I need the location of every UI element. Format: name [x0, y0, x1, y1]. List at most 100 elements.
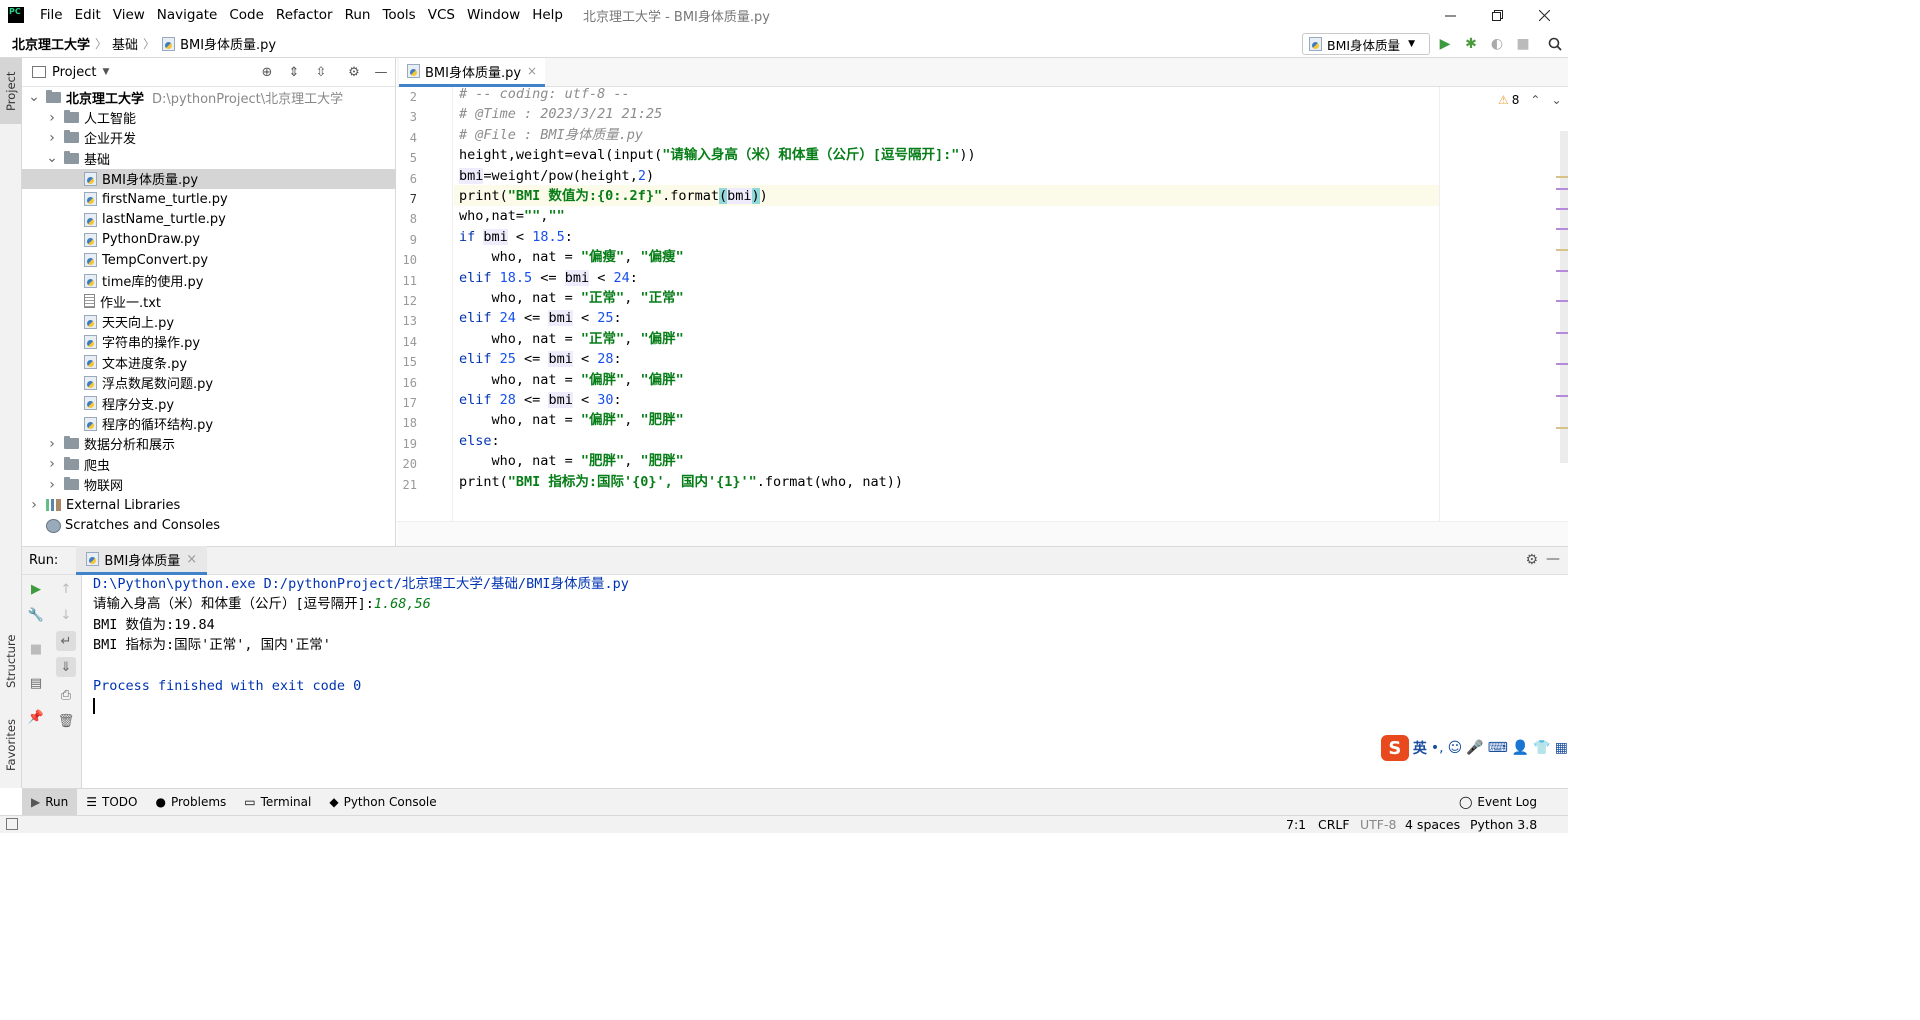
- error-stripe-mark[interactable]: [1556, 427, 1568, 429]
- close-tab-icon[interactable]: ×: [527, 64, 537, 78]
- locate-file-icon[interactable]: ⊕: [259, 64, 275, 80]
- arrow-down-icon[interactable]: ↓: [56, 605, 76, 625]
- tree-file[interactable]: 程序分支.py: [22, 393, 396, 413]
- error-stripe-mark[interactable]: [1556, 208, 1568, 210]
- status-caret-position[interactable]: 7:1: [1286, 816, 1306, 833]
- stop-button[interactable]: ■: [1514, 35, 1532, 53]
- tree-folder[interactable]: › 人工智能: [22, 107, 396, 128]
- error-stripe-mark[interactable]: [1556, 270, 1568, 272]
- favorites-tool-tab[interactable]: Favorites: [0, 708, 22, 782]
- hide-panel-icon[interactable]: —: [1546, 551, 1560, 567]
- sogou-logo-icon[interactable]: S: [1380, 735, 1409, 761]
- gear-icon[interactable]: ⚙: [1525, 552, 1538, 568]
- menu-code[interactable]: Code: [223, 7, 270, 23]
- tree-file[interactable]: BMI身体质量.py: [22, 168, 396, 189]
- status-interpreter[interactable]: Python 3.8: [1470, 816, 1537, 833]
- coverage-button[interactable]: ◐: [1488, 35, 1506, 53]
- menu-tools[interactable]: Tools: [376, 7, 421, 23]
- pin-icon[interactable]: 📌: [26, 707, 46, 727]
- arrow-up-icon[interactable]: ↑: [56, 579, 76, 599]
- run-console[interactable]: D:\Python\python.exe D:/pythonProject/北京…: [82, 575, 1568, 788]
- tree-file[interactable]: 作业一.txt: [22, 291, 396, 311]
- menu-help[interactable]: Help: [526, 7, 569, 23]
- error-stripe-mark[interactable]: [1556, 176, 1568, 178]
- menu-view[interactable]: View: [107, 7, 151, 23]
- tree-file[interactable]: firstName_turtle.py: [22, 189, 396, 209]
- tree-folder[interactable]: › 企业开发: [22, 128, 396, 148]
- soft-wrap-icon[interactable]: ↵: [56, 631, 76, 651]
- tool-tab-python-console[interactable]: ◆ Python Console: [320, 789, 445, 816]
- chevron-right-icon[interactable]: ›: [46, 436, 58, 452]
- project-tool-tab[interactable]: Project: [0, 58, 22, 124]
- error-stripe-mark[interactable]: [1556, 228, 1568, 230]
- menu-vcs[interactable]: VCS: [422, 7, 461, 23]
- print-icon[interactable]: ⎙: [56, 685, 76, 705]
- wrench-icon[interactable]: 🔧: [26, 605, 46, 625]
- breadcrumb-folder[interactable]: 基础: [112, 34, 138, 53]
- search-everywhere-button[interactable]: [1546, 35, 1564, 53]
- chevron-right-icon[interactable]: ›: [46, 456, 58, 472]
- hide-panel-icon[interactable]: —: [373, 64, 389, 80]
- error-stripe-mark[interactable]: [1556, 300, 1568, 302]
- run-button[interactable]: ▶: [1436, 35, 1454, 53]
- layout-icon[interactable]: ▤: [26, 673, 46, 693]
- toolbox-icon[interactable]: ▦: [1555, 740, 1568, 756]
- editor-scrollbar[interactable]: [1560, 131, 1568, 463]
- trash-icon[interactable]: 🗑: [56, 711, 76, 731]
- code-editor[interactable]: # -- coding: utf-8 -- # @Time : 2023/3/2…: [454, 86, 1568, 521]
- error-stripe-mark[interactable]: [1556, 249, 1568, 251]
- tree-file[interactable]: 程序的循环结构.py: [22, 413, 396, 433]
- minimize-button[interactable]: [1427, 0, 1474, 30]
- gear-icon[interactable]: ⚙: [346, 64, 362, 80]
- chevron-down-icon[interactable]: ⌄: [46, 150, 58, 166]
- inspection-widget[interactable]: ⚠ 8 ⌃ ⌄: [1498, 93, 1562, 107]
- skin-icon[interactable]: 👕: [1533, 740, 1550, 756]
- tool-tab-terminal[interactable]: ▭ Terminal: [235, 789, 320, 816]
- tool-tab-problems[interactable]: ● Problems: [146, 789, 235, 816]
- rerun-icon[interactable]: ▶: [26, 579, 46, 599]
- stop-icon[interactable]: ■: [26, 639, 46, 659]
- menu-run[interactable]: Run: [339, 7, 377, 23]
- error-stripe-mark[interactable]: [1556, 332, 1568, 334]
- ime-punctuation[interactable]: •,: [1431, 740, 1444, 756]
- ime-language[interactable]: 英: [1413, 738, 1427, 758]
- chevron-right-icon[interactable]: ›: [28, 497, 40, 513]
- status-indent[interactable]: 4 spaces: [1405, 816, 1460, 833]
- error-stripe-mark[interactable]: [1556, 188, 1568, 190]
- tool-tab-todo[interactable]: ☰ TODO: [77, 789, 146, 816]
- tree-file[interactable]: 字符串的操作.py: [22, 332, 396, 352]
- emoji-icon[interactable]: ☺: [1448, 740, 1463, 756]
- close-window-button[interactable]: [1521, 0, 1568, 30]
- tree-file[interactable]: time库的使用.py: [22, 271, 396, 291]
- chevron-up-icon[interactable]: ⌃: [1530, 93, 1540, 107]
- tree-folder[interactable]: › 物联网: [22, 475, 396, 495]
- breadcrumb-file[interactable]: BMI身体质量.py: [180, 34, 276, 53]
- chevron-down-icon[interactable]: ⌄: [28, 89, 40, 105]
- breadcrumb-project[interactable]: 北京理工大学: [12, 34, 90, 53]
- tree-external-libraries[interactable]: › External Libraries: [22, 495, 396, 515]
- run-configuration-dropdown[interactable]: BMI身体质量 ▼: [1302, 33, 1430, 55]
- menu-navigate[interactable]: Navigate: [151, 7, 224, 23]
- status-line-separator[interactable]: CRLF: [1318, 816, 1350, 833]
- menu-refactor[interactable]: Refactor: [270, 7, 339, 23]
- tree-root[interactable]: ⌄ 北京理工大学 D:\pythonProject\北京理工大学: [22, 87, 396, 107]
- microphone-icon[interactable]: 🎤: [1466, 740, 1483, 756]
- project-panel-title[interactable]: Project: [52, 65, 96, 80]
- user-icon[interactable]: 👤: [1512, 740, 1529, 756]
- expand-all-icon[interactable]: ⇕: [286, 64, 302, 80]
- tree-file[interactable]: 文本进度条.py: [22, 352, 396, 372]
- run-tab-bmi[interactable]: BMI身体质量 ×: [76, 546, 208, 575]
- collapse-all-icon[interactable]: ⇳: [313, 64, 329, 80]
- menu-window[interactable]: Window: [461, 7, 526, 23]
- keyboard-icon[interactable]: ⌨: [1488, 740, 1508, 756]
- tool-tab-run[interactable]: ▶ Run: [22, 788, 78, 816]
- menu-file[interactable]: File: [34, 7, 69, 23]
- error-stripe-mark[interactable]: [1556, 363, 1568, 365]
- chevron-right-icon[interactable]: ›: [46, 110, 58, 126]
- tree-folder[interactable]: › 爬虫: [22, 454, 396, 474]
- close-tab-icon[interactable]: ×: [186, 552, 197, 567]
- structure-tool-tab[interactable]: Structure: [0, 623, 22, 699]
- tree-folder-open[interactable]: ⌄ 基础: [22, 148, 396, 168]
- tree-file[interactable]: lastName_turtle.py: [22, 209, 396, 229]
- chevron-right-icon[interactable]: ›: [46, 130, 58, 146]
